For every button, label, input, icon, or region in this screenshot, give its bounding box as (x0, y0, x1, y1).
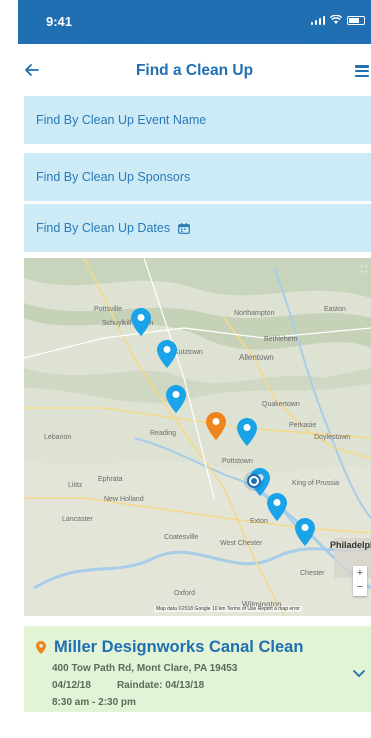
battery-icon (347, 16, 365, 25)
signal-icon (310, 15, 325, 25)
chevron-down-icon[interactable] (353, 670, 365, 678)
location-pin-icon (36, 641, 46, 654)
map-pin-selected[interactable] (206, 412, 226, 440)
menu-icon-bar (355, 65, 369, 68)
filter-sponsors-button[interactable]: Find By Clean Up Sponsors (24, 153, 371, 201)
phone-screen: 9:41 Find a Clean Up Find By Clean Up Ev… (18, 0, 371, 738)
map-pins-layer (131, 308, 315, 546)
menu-icon-bar (355, 74, 369, 77)
result-header: Miller Designworks Canal Clean (36, 638, 371, 657)
result-time: 8:30 am - 2:30 pm (52, 697, 136, 708)
header-wave (18, 28, 371, 44)
menu-button[interactable] (355, 65, 369, 77)
page-title: Find a Clean Up (135, 62, 254, 79)
result-dates: 04/12/18 Raindate: 04/13/18 (52, 680, 371, 691)
result-address: 400 Tow Path Rd, Mont Clare, PA 19453 (52, 663, 238, 674)
map-pin[interactable] (237, 418, 257, 446)
app-header: Find a Clean Up (18, 52, 371, 92)
filter-label: Find By Clean Up Dates (36, 221, 171, 235)
filter-event-name-button[interactable]: Find By Clean Up Event Name (24, 96, 371, 144)
result-raindate: Raindate: 04/13/18 (116, 680, 205, 691)
calendar-icon (178, 222, 190, 234)
map-zoom-control[interactable]: + − (353, 566, 367, 596)
map-pin[interactable] (157, 340, 177, 368)
result-title: Miller Designworks Canal Clean (54, 638, 304, 656)
map-attribution: Map data ©2018 Google 10 km Terms of Use… (154, 606, 302, 612)
wifi-icon (330, 15, 342, 24)
zoom-out-button[interactable]: − (353, 580, 367, 594)
current-location-marker (247, 474, 261, 488)
map-pin[interactable] (131, 308, 151, 336)
map-pin[interactable] (166, 385, 186, 413)
map-pin[interactable] (295, 518, 315, 546)
fullscreen-icon[interactable]: ⛶ (361, 264, 367, 275)
map-view[interactable]: Pottsville Schuylkill Haven Kutztown All… (24, 258, 371, 616)
menu-icon-bar (355, 69, 369, 73)
status-time: 9:41 (46, 14, 73, 29)
zoom-in-button[interactable]: + (353, 566, 367, 580)
event-result-card[interactable]: Miller Designworks Canal Clean 400 Tow P… (24, 626, 371, 712)
filter-dates-button[interactable]: Find By Clean Up Dates (24, 204, 371, 252)
result-date: 04/12/18 (52, 680, 91, 691)
status-icons (310, 15, 365, 25)
map-pin[interactable] (267, 493, 287, 521)
filter-label: Find By Clean Up Event Name (36, 113, 207, 127)
filter-label: Find By Clean Up Sponsors (36, 170, 191, 184)
